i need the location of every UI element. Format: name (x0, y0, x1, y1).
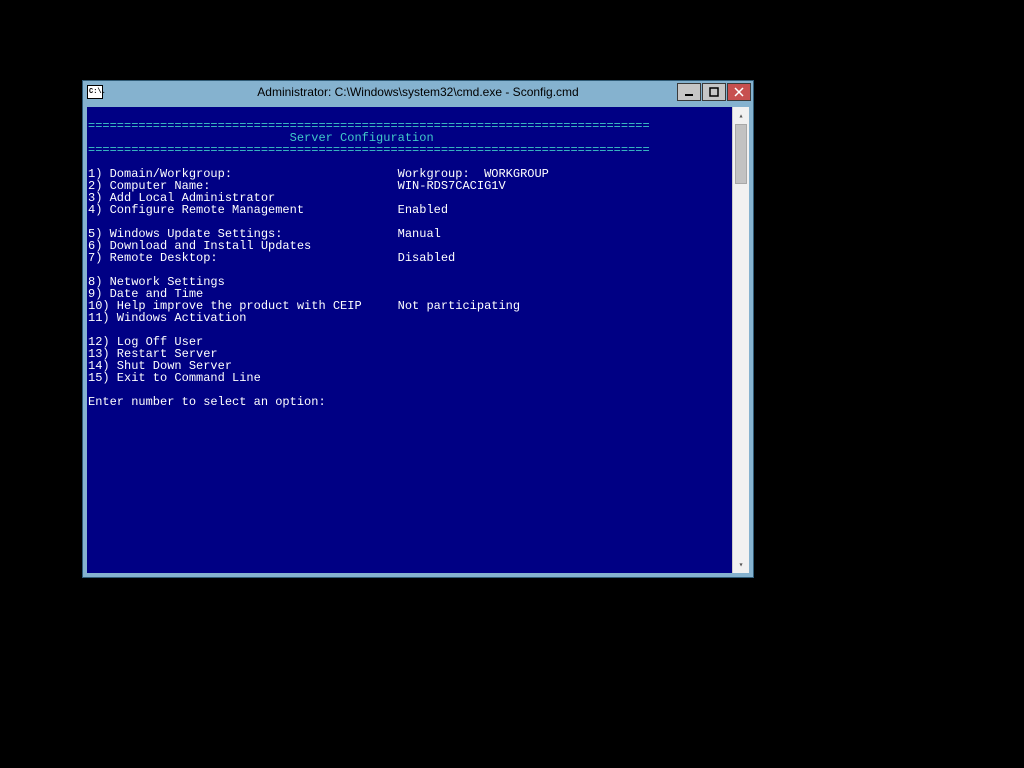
client-area: ========================================… (87, 107, 749, 573)
close-icon (734, 87, 744, 97)
scroll-down-button[interactable]: ▾ (733, 556, 749, 573)
vertical-scrollbar[interactable]: ▴ ▾ (732, 107, 749, 573)
scroll-up-button[interactable]: ▴ (733, 107, 749, 124)
minimize-button[interactable] (677, 83, 701, 101)
scroll-thumb[interactable] (735, 124, 747, 184)
chevron-up-icon: ▴ (739, 111, 744, 121)
chevron-down-icon: ▾ (739, 560, 744, 570)
window-title: Administrator: C:\Windows\system32\cmd.e… (83, 85, 753, 99)
window-controls (677, 83, 751, 101)
console-output[interactable]: ========================================… (87, 107, 732, 573)
minimize-icon (684, 87, 694, 97)
close-button[interactable] (727, 83, 751, 101)
maximize-button[interactable] (702, 83, 726, 101)
cmd-icon: C:\. (87, 85, 103, 99)
scroll-track[interactable] (733, 124, 749, 556)
command-prompt-window: C:\. Administrator: C:\Windows\system32\… (82, 80, 754, 578)
titlebar[interactable]: C:\. Administrator: C:\Windows\system32\… (83, 81, 753, 103)
maximize-icon (709, 87, 719, 97)
